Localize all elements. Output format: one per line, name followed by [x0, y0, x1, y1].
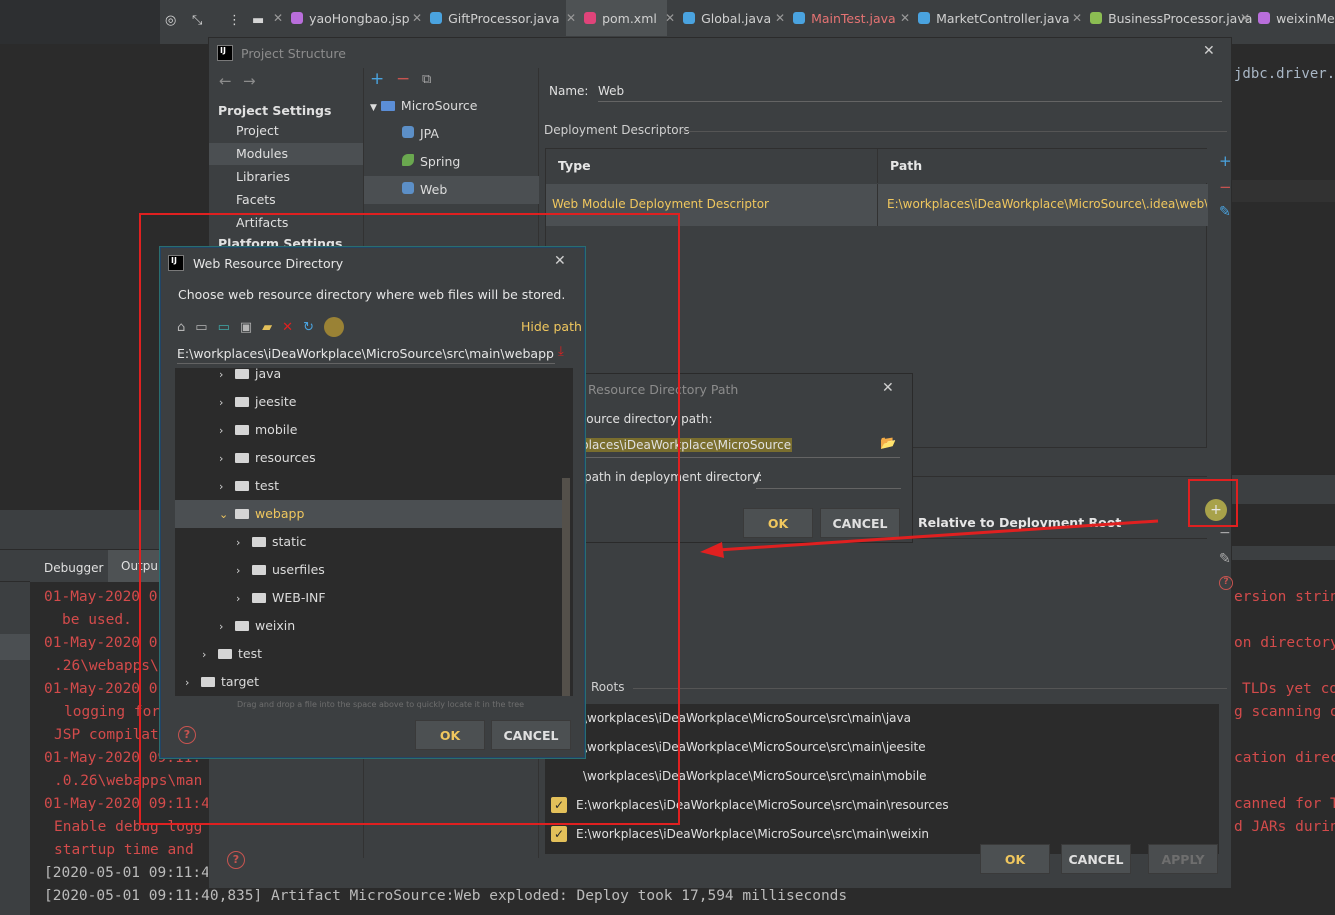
- toolwindow-header: [0, 0, 160, 44]
- close-tab-icon[interactable]: ✕: [900, 11, 910, 25]
- tab-2[interactable]: ✕ pom.xml: [566, 0, 667, 36]
- apply-button[interactable]: APPLY: [1148, 844, 1218, 874]
- name-field[interactable]: Web: [598, 84, 1222, 102]
- back-icon[interactable]: ←: [219, 72, 232, 90]
- tab-label: weixinMen: [1276, 10, 1335, 26]
- project-settings-heading: Project Settings: [218, 103, 332, 118]
- edit-descriptor-icon[interactable]: ✎: [1219, 204, 1231, 220]
- forward-icon[interactable]: →: [243, 72, 256, 90]
- tab-7[interactable]: ✕ weixinMen: [1240, 0, 1335, 36]
- col-type: Type: [546, 149, 876, 183]
- log-line: d JARs durin: [1234, 819, 1335, 835]
- close-tab-icon[interactable]: ✕: [1072, 11, 1082, 25]
- tab-3[interactable]: ✕ Global.java: [665, 0, 771, 36]
- target-icon[interactable]: ◎: [165, 13, 176, 28]
- close-icon[interactable]: ✕: [882, 380, 894, 396]
- collapse-icon[interactable]: ⤡: [192, 13, 202, 28]
- tab-1[interactable]: ✕ GiftProcessor.java: [412, 0, 560, 36]
- checkbox[interactable]: ✓: [551, 826, 567, 842]
- jpa-icon: [402, 126, 414, 138]
- log-line: g scanning o: [1234, 704, 1335, 720]
- tab-label: MainTest.java: [811, 10, 896, 26]
- col-path: Path: [877, 149, 1208, 183]
- intellij-logo-icon: IJ: [217, 45, 233, 61]
- help-icon[interactable]: ?: [227, 851, 245, 869]
- close-tab-icon[interactable]: ✕: [273, 11, 283, 25]
- file-type-icon: [430, 12, 443, 24]
- log-line: [2020-05-01 09:11:4: [44, 865, 210, 881]
- tree-item-microsource[interactable]: ▼ MicroSource: [364, 92, 540, 120]
- name-label: Name:: [549, 84, 589, 98]
- file-type-icon: [793, 12, 806, 24]
- more-icon[interactable]: ⋮: [228, 13, 241, 28]
- file-type-icon: [291, 12, 304, 24]
- tab-label: BusinessProcessor.java: [1108, 10, 1253, 26]
- cancel-button[interactable]: CANCEL: [1061, 844, 1131, 874]
- web-icon: [402, 182, 414, 194]
- log-line: ersion strin: [1234, 589, 1335, 605]
- nav-modules[interactable]: Modules: [209, 143, 363, 165]
- log-line: startup time and: [54, 842, 194, 858]
- tree-item-web[interactable]: Web: [364, 176, 540, 204]
- add-descriptor-icon[interactable]: +: [1219, 152, 1232, 170]
- file-type-icon: [1258, 12, 1271, 24]
- minimize-icon[interactable]: ▬: [252, 13, 264, 28]
- file-type-icon: [584, 12, 597, 24]
- file-type-icon: [918, 12, 931, 24]
- log-line: be used.: [62, 612, 132, 628]
- close-tab-icon[interactable]: ✕: [566, 11, 576, 25]
- tab-5[interactable]: ✕ MarketController.java: [900, 0, 1070, 36]
- tab-label: MarketController.java: [936, 10, 1070, 26]
- close-tab-icon[interactable]: ✕: [665, 11, 675, 25]
- edit-resource-icon[interactable]: ✎: [1219, 551, 1231, 567]
- deployment-descriptors-label: Deployment Descriptors: [544, 123, 690, 137]
- log-line: on directory: [1234, 635, 1335, 651]
- log-line: canned for T: [1234, 796, 1335, 812]
- tab-0[interactable]: ✕ yaoHongbao.jsp: [273, 0, 410, 36]
- folder-browse-icon[interactable]: 📂: [880, 436, 896, 451]
- annotation-arrow: [700, 519, 1159, 558]
- log-line: [2020-05-01 09:11:40,835] Artifact Micro…: [44, 888, 848, 904]
- tab-label: Global.java: [701, 10, 772, 26]
- tab-debugger[interactable]: Debugger: [30, 555, 118, 582]
- nav-libraries[interactable]: Libraries: [209, 166, 363, 188]
- annotation-box: [139, 213, 680, 825]
- nav-facets[interactable]: Facets: [209, 189, 363, 211]
- ok-button[interactable]: OK: [980, 844, 1050, 874]
- dialog-title-bar: IJ Project Structure ✕: [209, 38, 1231, 68]
- remove-descriptor-icon[interactable]: −: [1219, 178, 1232, 196]
- tree-item-spring[interactable]: Spring: [364, 148, 540, 176]
- tab-6[interactable]: ✕ BusinessProcessor.java: [1072, 0, 1252, 36]
- module-folder-icon: [380, 100, 395, 111]
- tree-item-jpa[interactable]: JPA: [364, 120, 540, 148]
- remove-icon[interactable]: −: [396, 69, 410, 89]
- close-icon[interactable]: ✕: [1203, 43, 1215, 59]
- log-line: TLDs yet co: [1242, 681, 1335, 697]
- tab-label: pom.xml: [602, 10, 657, 26]
- annotation-box-add: [1188, 479, 1238, 527]
- log-line: cation direc: [1234, 750, 1335, 766]
- file-type-icon: [683, 12, 696, 24]
- remove-resource-icon[interactable]: −: [1219, 525, 1231, 541]
- tab-4[interactable]: ✕ MainTest.java: [775, 0, 896, 36]
- tab-label: yaoHongbao.jsp: [309, 10, 410, 26]
- help-icon[interactable]: ?: [1219, 576, 1233, 590]
- file-type-icon: [1090, 12, 1103, 24]
- tab-label: GiftProcessor.java: [448, 10, 560, 26]
- close-tab-icon[interactable]: ✕: [775, 11, 785, 25]
- copy-icon[interactable]: ⧉: [422, 72, 431, 87]
- editor-text: jdbc.driver.: [1234, 66, 1335, 82]
- dialog-title: Project Structure: [241, 46, 346, 61]
- spring-icon: [402, 154, 414, 166]
- nav-project[interactable]: Project: [209, 120, 363, 142]
- close-tab-icon[interactable]: ✕: [1240, 11, 1250, 25]
- close-tab-icon[interactable]: ✕: [412, 11, 422, 25]
- relative-path-field[interactable]: /: [756, 470, 901, 489]
- add-icon[interactable]: +: [370, 69, 384, 89]
